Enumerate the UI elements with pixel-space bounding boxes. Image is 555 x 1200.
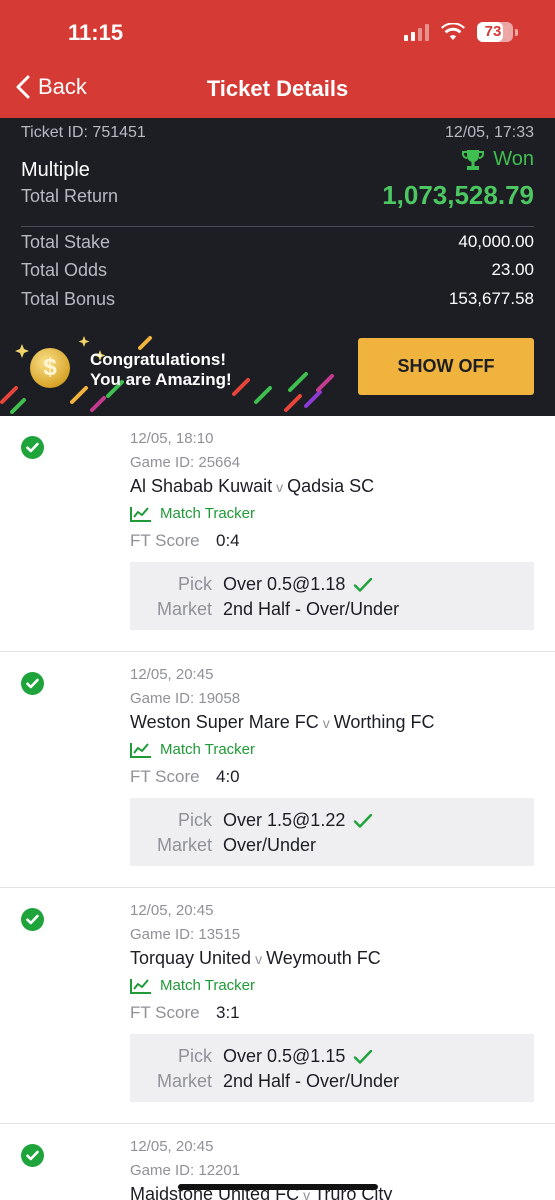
- game-item[interactable]: 12/05, 20:45 Game ID: 19058 Weston Super…: [0, 652, 555, 888]
- total-bonus-label: Total Bonus: [21, 289, 116, 309]
- market-value: 2nd Half - Over/Under: [223, 1071, 400, 1091]
- game-item[interactable]: 12/05, 20:45 Game ID: 13515 Torquay Unit…: [0, 888, 555, 1124]
- market-value: 2nd Half - Over/Under: [223, 599, 400, 619]
- versus-label: v: [276, 479, 284, 495]
- status-badge: Won: [461, 148, 534, 171]
- pick-label: Pick: [177, 1046, 212, 1066]
- ft-score-value: 3:1: [216, 1003, 240, 1022]
- game-id: Game ID: 13515: [130, 926, 241, 943]
- pick-value: Over 1.5@1.22: [223, 810, 373, 831]
- congrats-text: Congratulations! You are Amazing!: [90, 350, 232, 390]
- pick-text: Over 1.5@1.22: [223, 810, 346, 830]
- total-stake-label: Total Stake: [21, 232, 111, 252]
- match-tracker-link[interactable]: Match Tracker: [130, 977, 255, 994]
- game-item[interactable]: 12/05, 18:10 Game ID: 25664 Al Shabab Ku…: [0, 416, 555, 652]
- total-return-label: Total Return: [21, 186, 119, 206]
- away-team: Qadsia SC: [287, 476, 375, 496]
- trophy-icon: [462, 149, 485, 170]
- versus-label: v: [322, 715, 330, 731]
- game-id: Game ID: 19058: [130, 690, 241, 707]
- battery-percent: 73: [484, 23, 502, 40]
- check-circle-icon: [21, 672, 44, 695]
- pick-text: Over 0.5@1.18: [223, 574, 346, 594]
- match-tracker-label: Match Tracker: [160, 505, 256, 522]
- game-teams: Al Shabab Kuwait v Qadsia SC: [130, 476, 374, 497]
- market-label: Market: [156, 835, 212, 855]
- home-indicator[interactable]: [178, 1184, 378, 1190]
- game-id: Game ID: 12201: [130, 1162, 241, 1179]
- pick-label: Pick: [177, 810, 212, 830]
- pick-box: Pick Over 0.5@1.15 Market 2nd Half - Ove…: [130, 1034, 534, 1102]
- divider: [21, 226, 534, 227]
- total-bonus-value: 153,677.58: [448, 289, 534, 308]
- match-tracker-label: Match Tracker: [160, 977, 256, 994]
- game-datetime: 12/05, 18:10: [130, 430, 214, 447]
- show-off-button[interactable]: SHOW OFF: [358, 338, 534, 395]
- home-team: Al Shabab Kuwait: [130, 476, 273, 496]
- bet-type: Multiple: [21, 159, 90, 181]
- chart-line-icon: [130, 742, 151, 758]
- pick-label: Pick: [177, 574, 212, 594]
- status-label: Won: [493, 148, 534, 170]
- pick-box: Pick Over 1.5@1.22 Market Over/Under: [130, 798, 534, 866]
- status-icons: 73: [404, 22, 518, 42]
- ticket-summary: Ticket ID: 751451 12/05, 17:33 Won Multi…: [0, 118, 555, 416]
- away-team: Weymouth FC: [266, 948, 381, 968]
- market-value: Over/Under: [223, 835, 317, 855]
- ft-score-label: FT Score: [130, 1003, 200, 1022]
- home-team: Weston Super Mare FC: [130, 712, 319, 732]
- away-team: Worthing FC: [333, 712, 435, 732]
- pick-value: Over 0.5@1.18: [223, 574, 373, 595]
- checkmark-icon: [354, 577, 373, 592]
- check-circle-icon: [21, 1144, 44, 1167]
- top-bar: 11:15 73 Back Ticket Details: [0, 0, 555, 118]
- versus-label: v: [255, 951, 263, 967]
- checkmark-icon: [354, 1049, 373, 1064]
- total-odds-value: 23.00: [491, 260, 534, 279]
- home-team: Torquay United: [130, 948, 252, 968]
- ticket-datetime: 12/05, 17:33: [445, 124, 534, 141]
- pick-value: Over 0.5@1.15: [223, 1046, 373, 1067]
- pick-text: Over 0.5@1.15: [223, 1046, 346, 1066]
- cellular-signal-icon: [404, 23, 429, 41]
- ft-score-label: FT Score: [130, 531, 200, 550]
- total-odds-label: Total Odds: [21, 260, 108, 280]
- chart-line-icon: [130, 978, 151, 994]
- game-teams: Weston Super Mare FC v Worthing FC: [130, 712, 434, 733]
- page-title: Ticket Details: [206, 76, 349, 101]
- market-label: Market: [156, 1071, 212, 1091]
- congrats-line2: You are Amazing!: [90, 370, 232, 389]
- ft-score-value: 4:0: [216, 767, 240, 786]
- match-tracker-link[interactable]: Match Tracker: [130, 741, 255, 758]
- status-time: 11:15: [68, 20, 124, 45]
- total-stake-value: 40,000.00: [458, 232, 534, 251]
- game-teams: Torquay United v Weymouth FC: [130, 948, 381, 969]
- match-tracker-link[interactable]: Match Tracker: [130, 505, 255, 522]
- checkmark-icon: [354, 813, 373, 828]
- check-circle-icon: [21, 908, 44, 931]
- congrats-line1: Congratulations!: [90, 350, 226, 369]
- ft-score-label: FT Score: [130, 767, 200, 786]
- check-circle-icon: [21, 436, 44, 459]
- game-id: Game ID: 25664: [130, 454, 241, 471]
- wifi-icon: [441, 23, 465, 40]
- chart-line-icon: [130, 506, 151, 522]
- ticket-id: Ticket ID: 751451: [21, 124, 146, 141]
- total-return-value: 1,073,528.79: [382, 180, 534, 210]
- game-datetime: 12/05, 20:45: [130, 666, 214, 683]
- market-label: Market: [156, 599, 212, 619]
- coin-icon: $: [30, 348, 70, 388]
- match-tracker-label: Match Tracker: [160, 741, 256, 758]
- game-datetime: 12/05, 20:45: [130, 902, 214, 919]
- battery-icon: 73: [477, 22, 518, 42]
- pick-box: Pick Over 0.5@1.18 Market 2nd Half - Ove…: [130, 562, 534, 630]
- ft-score-value: 0:4: [216, 531, 240, 550]
- game-datetime: 12/05, 20:45: [130, 1138, 214, 1155]
